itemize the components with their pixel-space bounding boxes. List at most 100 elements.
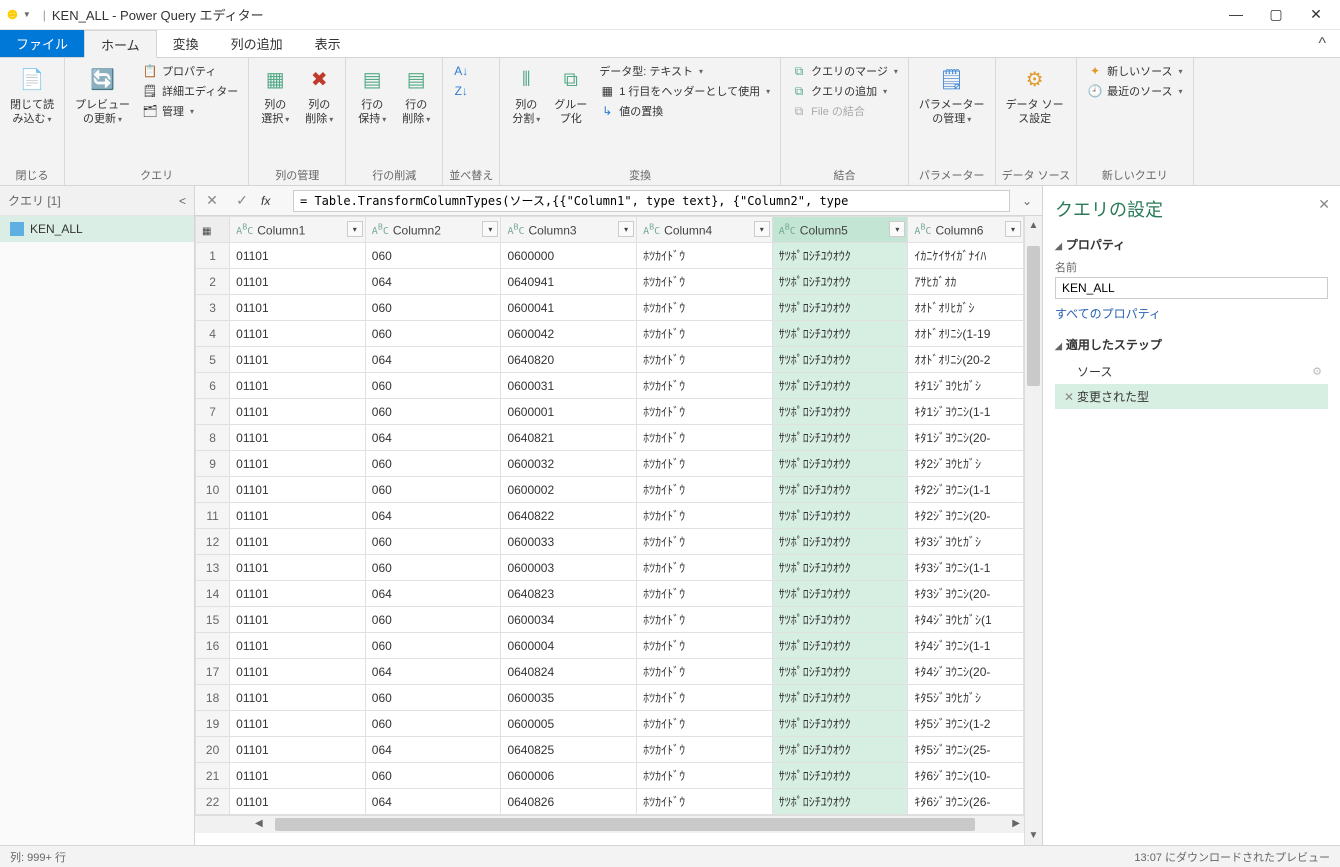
cell[interactable]: ｻﾂﾎﾟﾛｼﾁﾕｳｵｳｸ	[772, 763, 908, 789]
cell[interactable]: ﾎﾂｶｲﾄﾞｳ	[637, 295, 773, 321]
row-number[interactable]: 21	[196, 763, 230, 789]
column-header[interactable]: ABCColumn6▾	[908, 217, 1024, 243]
cell[interactable]: 064	[365, 581, 501, 607]
data-table[interactable]: ▦ABCColumn1▾ABCColumn2▾ABCColumn3▾ABCCol…	[195, 216, 1024, 815]
manage-parameters-button[interactable]: 🗒パラメーター の管理	[915, 62, 989, 129]
cell[interactable]: ｷﾀ2ｼﾞﾖｳﾆｼ(20-	[908, 503, 1024, 529]
close-load-button[interactable]: 📄閉じて読 み込む	[6, 62, 58, 129]
vertical-scrollbar[interactable]: ▲ ▼	[1024, 216, 1042, 845]
filter-icon[interactable]: ▾	[889, 221, 905, 237]
row-number[interactable]: 20	[196, 737, 230, 763]
cell[interactable]: 060	[365, 399, 501, 425]
cell[interactable]: 0600000	[501, 243, 637, 269]
first-row-header-button[interactable]: ▦1 行目をヘッダーとして使用	[595, 82, 774, 100]
cell[interactable]: 01101	[230, 529, 366, 555]
cell[interactable]: ｵｵﾄﾞｵﾘﾋｶﾞｼ	[908, 295, 1024, 321]
row-number[interactable]: 17	[196, 659, 230, 685]
cell[interactable]: ﾎﾂｶｲﾄﾞｳ	[637, 243, 773, 269]
cell[interactable]: ﾎﾂｶｲﾄﾞｳ	[637, 451, 773, 477]
cell[interactable]: ｻﾂﾎﾟﾛｼﾁﾕｳｵｳｸ	[772, 581, 908, 607]
row-number[interactable]: 11	[196, 503, 230, 529]
table-row[interactable]: 10011010600600002ﾎﾂｶｲﾄﾞｳｻﾂﾎﾟﾛｼﾁﾕｳｵｳｸｷﾀ2ｼ…	[196, 477, 1024, 503]
row-number[interactable]: 9	[196, 451, 230, 477]
row-number[interactable]: 10	[196, 477, 230, 503]
cell[interactable]: 01101	[230, 269, 366, 295]
cell[interactable]: 0640824	[501, 659, 637, 685]
choose-columns-button[interactable]: ▦列の 選択	[255, 62, 295, 129]
row-number[interactable]: 14	[196, 581, 230, 607]
filter-icon[interactable]: ▾	[1005, 221, 1021, 237]
scroll-up-icon[interactable]: ▲	[1025, 220, 1042, 231]
cell[interactable]: ｵｵﾄﾞｵﾘﾆｼ(20-2	[908, 347, 1024, 373]
data-type-button[interactable]: データ型: テキスト	[595, 62, 774, 80]
cell[interactable]: ｻﾂﾎﾟﾛｼﾁﾕｳｵｳｸ	[772, 243, 908, 269]
cell[interactable]: 01101	[230, 373, 366, 399]
row-number[interactable]: 12	[196, 529, 230, 555]
cell[interactable]: 064	[365, 269, 501, 295]
cell[interactable]: 060	[365, 295, 501, 321]
column-header[interactable]: ABCColumn4▾	[637, 217, 773, 243]
cell[interactable]: ﾎﾂｶｲﾄﾞｳ	[637, 347, 773, 373]
cell[interactable]: ｻﾂﾎﾟﾛｼﾁﾕｳｵｳｸ	[772, 503, 908, 529]
cell[interactable]: ｷﾀ5ｼﾞﾖｳﾆｼ(1-2	[908, 711, 1024, 737]
filter-icon[interactable]: ▾	[618, 221, 634, 237]
cell[interactable]: 01101	[230, 763, 366, 789]
cancel-formula-icon[interactable]: ✕	[201, 192, 223, 209]
cell[interactable]: ﾎﾂｶｲﾄﾞｳ	[637, 321, 773, 347]
cell[interactable]: 01101	[230, 659, 366, 685]
cell[interactable]: 0600042	[501, 321, 637, 347]
all-properties-link[interactable]: すべてのプロパティ	[1055, 305, 1161, 322]
row-number[interactable]: 3	[196, 295, 230, 321]
cell[interactable]: ｻﾂﾎﾟﾛｼﾁﾕｳｵｳｸ	[772, 295, 908, 321]
cell[interactable]: 0640826	[501, 789, 637, 815]
cell[interactable]: 01101	[230, 581, 366, 607]
cell[interactable]: 01101	[230, 243, 366, 269]
row-number[interactable]: 16	[196, 633, 230, 659]
cell[interactable]: 01101	[230, 477, 366, 503]
remove-rows-button[interactable]: ▤行の 削除	[396, 62, 436, 129]
row-number[interactable]: 6	[196, 373, 230, 399]
applied-steps-header[interactable]: 適用したステップ	[1055, 336, 1328, 353]
cell[interactable]: ｻﾂﾎﾟﾛｼﾁﾕｳｵｳｸ	[772, 451, 908, 477]
cell[interactable]: ｻﾂﾎﾟﾛｼﾁﾕｳｵｳｸ	[772, 633, 908, 659]
cell[interactable]: ｻﾂﾎﾟﾛｼﾁﾕｳｵｳｸ	[772, 425, 908, 451]
cell[interactable]: ｻﾂﾎﾟﾛｼﾁﾕｳｵｳｸ	[772, 347, 908, 373]
cell[interactable]: 060	[365, 607, 501, 633]
cell[interactable]: 0640941	[501, 269, 637, 295]
cell[interactable]: ｷﾀ3ｼﾞﾖｳﾆｼ(1-1	[908, 555, 1024, 581]
cell[interactable]: 01101	[230, 685, 366, 711]
cell[interactable]: 0600041	[501, 295, 637, 321]
cell[interactable]: 01101	[230, 737, 366, 763]
cell[interactable]: ﾎﾂｶｲﾄﾞｳ	[637, 633, 773, 659]
hscroll-thumb[interactable]	[275, 818, 975, 831]
recent-sources-button[interactable]: 🕘最近のソース	[1083, 82, 1186, 100]
cell[interactable]: 064	[365, 425, 501, 451]
table-row[interactable]: 18011010600600035ﾎﾂｶｲﾄﾞｳｻﾂﾎﾟﾛｼﾁﾕｳｵｳｸｷﾀ5ｼ…	[196, 685, 1024, 711]
cell[interactable]: ｻﾂﾎﾟﾛｼﾁﾕｳｵｳｸ	[772, 477, 908, 503]
refresh-preview-button[interactable]: 🔄プレビュー の更新	[71, 62, 134, 129]
cell[interactable]: ｵｵﾄﾞｵﾘﾆｼ(1-19	[908, 321, 1024, 347]
properties-section-header[interactable]: プロパティ	[1055, 236, 1328, 253]
row-number-header[interactable]: ▦	[196, 217, 230, 243]
cell[interactable]: 0640821	[501, 425, 637, 451]
cell[interactable]: ｻﾂﾎﾟﾛｼﾁﾕｳｵｳｸ	[772, 711, 908, 737]
cell[interactable]: ｷﾀ5ｼﾞﾖｳﾆｼ(25-	[908, 737, 1024, 763]
column-header[interactable]: ABCColumn3▾	[501, 217, 637, 243]
cell[interactable]: ﾎﾂｶｲﾄﾞｳ	[637, 503, 773, 529]
filter-icon[interactable]: ▾	[347, 221, 363, 237]
cell[interactable]: ｷﾀ2ｼﾞﾖｳﾆｼ(1-1	[908, 477, 1024, 503]
cell[interactable]: ﾎﾂｶｲﾄﾞｳ	[637, 373, 773, 399]
table-row[interactable]: 14011010640640823ﾎﾂｶｲﾄﾞｳｻﾂﾎﾟﾛｼﾁﾕｳｵｳｸｷﾀ3ｼ…	[196, 581, 1024, 607]
cell[interactable]: ｷﾀ4ｼﾞﾖｳﾋｶﾞｼ(1	[908, 607, 1024, 633]
cell[interactable]: ｻﾂﾎﾟﾛｼﾁﾕｳｵｳｸ	[772, 399, 908, 425]
cell[interactable]: 0600034	[501, 607, 637, 633]
table-row[interactable]: 5011010640640820ﾎﾂｶｲﾄﾞｳｻﾂﾎﾟﾛｼﾁﾕｳｵｳｸｵｵﾄﾞｵ…	[196, 347, 1024, 373]
filter-icon[interactable]: ▾	[482, 221, 498, 237]
row-number[interactable]: 13	[196, 555, 230, 581]
qat-dropdown-icon[interactable]: ▼	[23, 10, 31, 19]
scroll-left-icon[interactable]: ◀	[255, 818, 263, 829]
table-row[interactable]: 12011010600600033ﾎﾂｶｲﾄﾞｳｻﾂﾎﾟﾛｼﾁﾕｳｵｳｸｷﾀ3ｼ…	[196, 529, 1024, 555]
row-number[interactable]: 22	[196, 789, 230, 815]
cell[interactable]: 060	[365, 451, 501, 477]
cell[interactable]: 01101	[230, 399, 366, 425]
